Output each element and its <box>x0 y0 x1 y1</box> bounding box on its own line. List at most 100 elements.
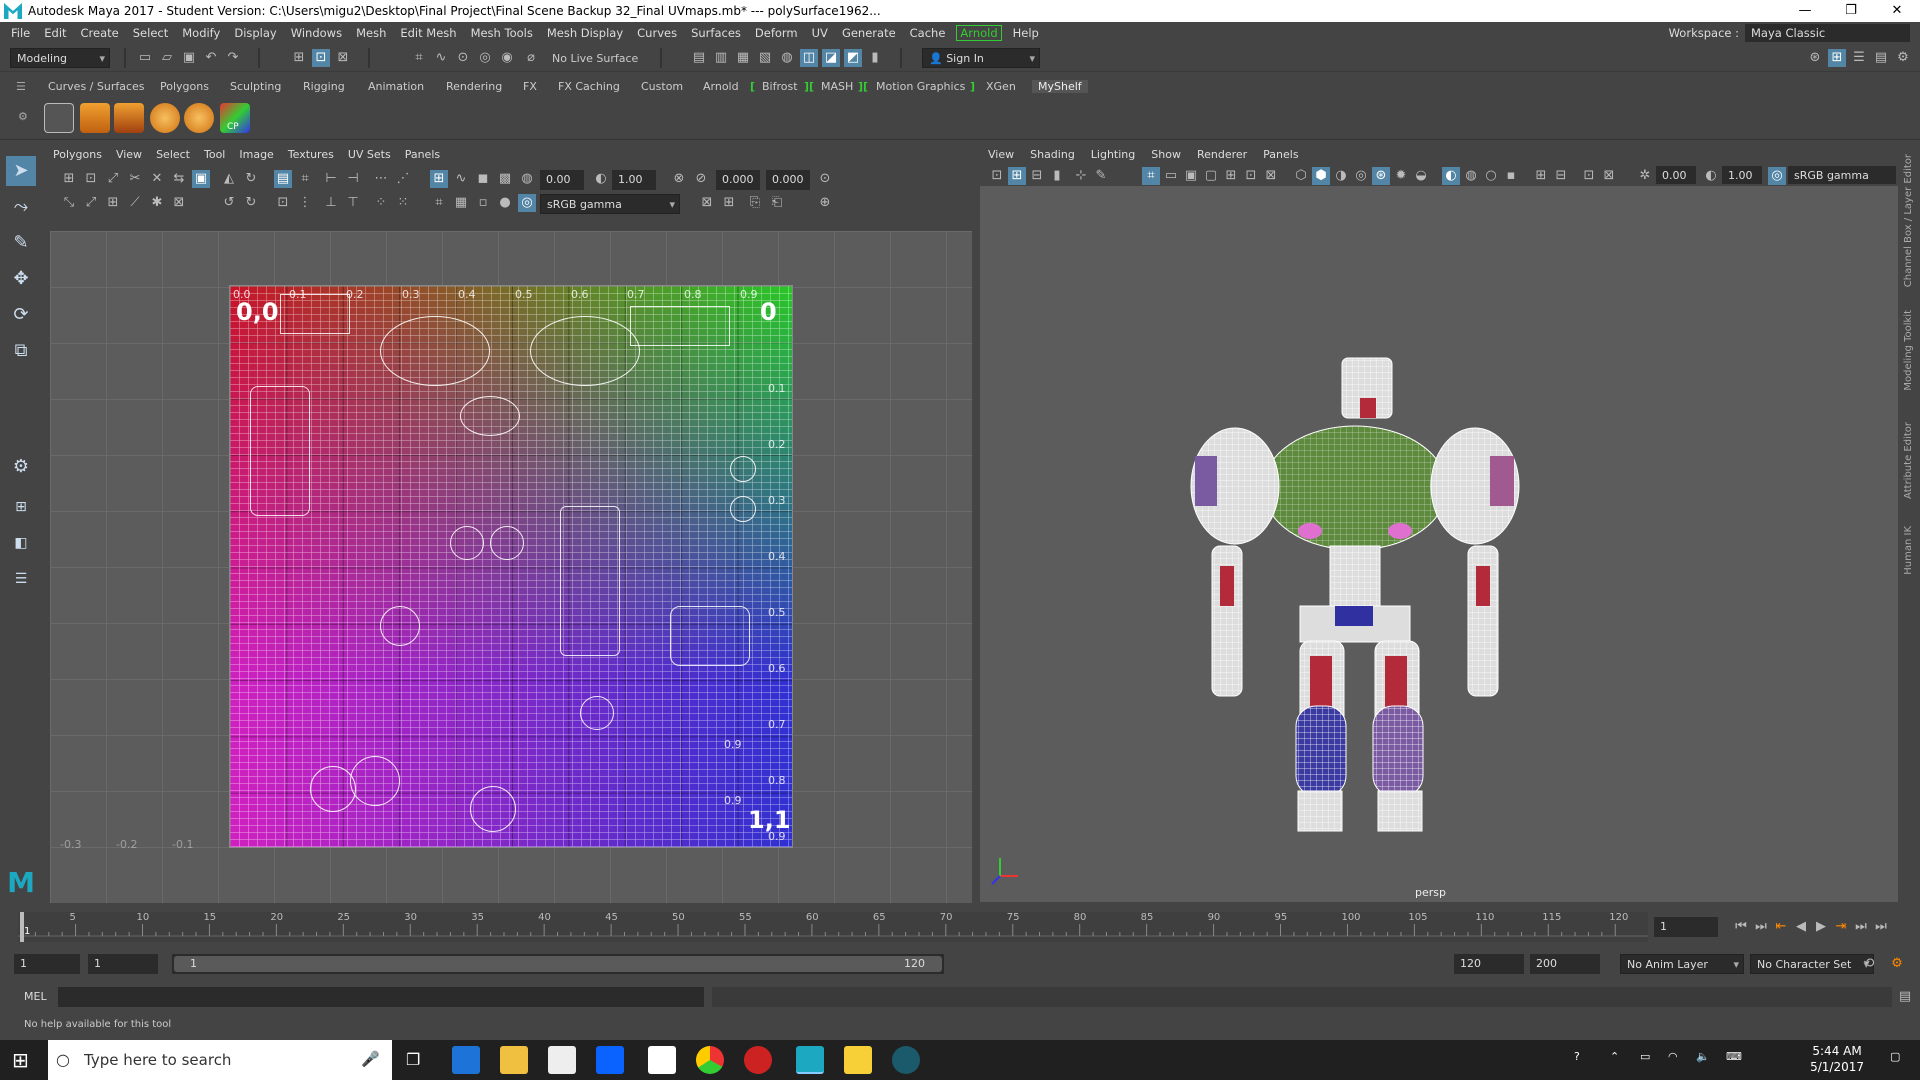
vp-menu-shading[interactable]: Shading <box>1022 148 1083 166</box>
menu-uv[interactable]: UV <box>805 26 835 40</box>
vp-field-chart-icon[interactable]: ⊞ <box>1222 167 1240 185</box>
app-icon[interactable] <box>744 1046 772 1074</box>
menu-edit-mesh[interactable]: Edit Mesh <box>393 26 463 40</box>
uv-wire-icon[interactable]: ⌗ <box>430 194 448 212</box>
select-object-icon[interactable]: ⊡ <box>312 49 330 67</box>
camera-icon[interactable]: ⊛ <box>1806 49 1824 67</box>
uv-align-top-icon[interactable]: ⊤ <box>344 194 362 212</box>
uv-shell[interactable] <box>730 496 756 522</box>
rotate-tool-icon[interactable]: ⟳ <box>6 300 36 330</box>
vp-xray-icon[interactable]: ◐ <box>1442 167 1460 185</box>
uv-shell[interactable] <box>730 456 756 482</box>
battery-icon[interactable]: ▭ <box>1640 1050 1650 1063</box>
uv-shell[interactable] <box>380 316 490 386</box>
uv-merge-icon[interactable]: ⇆ <box>170 170 188 188</box>
minimize-button[interactable]: — <box>1782 0 1828 22</box>
store-icon[interactable] <box>548 1046 576 1074</box>
shelf-settings-icon[interactable]: ⚙ <box>18 110 28 123</box>
cut-uv-icon[interactable] <box>114 103 144 133</box>
uv-shell[interactable] <box>250 386 310 516</box>
vp-grease-pencil-icon[interactable]: ✎ <box>1092 167 1110 185</box>
shelf-tab-bifrost[interactable]: Bifrost <box>762 80 798 93</box>
taskbar-search[interactable]: ○ Type here to search 🎤 <box>48 1040 392 1080</box>
anim-layer-dropdown[interactable]: No Anim Layer <box>1620 954 1744 974</box>
menu-windows[interactable]: Windows <box>284 26 349 40</box>
taskbar-clock[interactable]: 5:44 AM 5/1/2017 <box>1810 1043 1864 1075</box>
save-scene-icon[interactable]: ▣ <box>180 49 198 67</box>
uv-shell[interactable] <box>530 316 640 386</box>
go-to-end-icon[interactable]: ⏭ <box>1872 918 1890 936</box>
menu-mesh-tools[interactable]: Mesh Tools <box>464 26 540 40</box>
uv-snap-icon[interactable]: ∿ <box>452 170 470 188</box>
snap-grid-icon[interactable]: ⌗ <box>410 49 428 67</box>
uv-smooth-icon[interactable]: ⤡ <box>60 194 78 212</box>
animation-end-field[interactable]: 200 <box>1530 954 1600 974</box>
vp-smooth-shade-icon[interactable]: ⬢ <box>1312 167 1330 185</box>
vp-exposure-field[interactable]: 0.00 <box>1656 166 1696 184</box>
vp-menu-renderer[interactable]: Renderer <box>1189 148 1255 166</box>
vp-bookmark-icon[interactable]: ⊟ <box>1028 167 1046 185</box>
menu-curves[interactable]: Curves <box>630 26 684 40</box>
vp-shadows-icon[interactable]: ◒ <box>1412 167 1430 185</box>
cp-icon[interactable]: CP <box>220 103 250 133</box>
vp-lights-icon[interactable]: ✹ <box>1392 167 1410 185</box>
step-forward-frame-icon[interactable]: ⇥ <box>1832 918 1850 936</box>
shelf-tab-xgen[interactable]: XGen <box>986 80 1016 93</box>
vp-wireframe-icon[interactable]: ⬡ <box>1292 167 1310 185</box>
uv-normalize-icon[interactable]: ⊡ <box>274 194 292 212</box>
uv-layout-icon[interactable]: ▤ <box>274 170 292 188</box>
shelf-tab-custom[interactable]: Custom <box>641 80 683 93</box>
uv-menu-textures[interactable]: Textures <box>281 148 341 166</box>
notifications-icon[interactable]: ▢ <box>1890 1050 1900 1063</box>
uv-grid-display-icon[interactable]: ⊞ <box>430 170 448 188</box>
menu-arnold[interactable]: Arnold <box>956 25 1002 41</box>
uv-distribute-icon[interactable]: ⋯ <box>372 170 390 188</box>
range-slider[interactable]: 1 120 <box>172 954 944 974</box>
vp-shaded-wire-icon[interactable]: ◎ <box>1352 167 1370 185</box>
unfold-icon[interactable] <box>80 103 110 133</box>
shelf-tab-motion-graphics[interactable]: Motion Graphics <box>876 80 965 93</box>
uv-relax-icon[interactable]: ⊞ <box>104 194 122 212</box>
vp-ssao-icon[interactable]: ▪ <box>1502 167 1520 185</box>
vp-dof-icon[interactable]: ⊟ <box>1552 167 1570 185</box>
vp-menu-panels[interactable]: Panels <box>1255 148 1306 166</box>
uv-v-field[interactable]: 0.000 <box>766 170 810 190</box>
uv-shell[interactable] <box>450 526 484 560</box>
scale-tool-icon[interactable]: ⧉ <box>6 336 36 366</box>
vp-gamma-icon[interactable]: ◐ <box>1702 167 1720 185</box>
live-surface-label[interactable]: No Live Surface <box>552 52 638 65</box>
uv-colormanage-icon[interactable]: ◎ <box>518 194 536 212</box>
uv-spread-icon[interactable]: ⁙ <box>394 194 412 212</box>
uv-align-icon[interactable]: ⊢ <box>322 170 340 188</box>
uv-shell[interactable] <box>560 506 620 656</box>
uv-align-bottom-icon[interactable]: ⊥ <box>322 194 340 212</box>
uv-shell[interactable] <box>470 786 516 832</box>
menu-create[interactable]: Create <box>74 26 126 40</box>
render-frame-icon[interactable]: ▤ <box>690 49 708 67</box>
render-sequence-icon[interactable]: ▥ <box>712 49 730 67</box>
menu-cache[interactable]: Cache <box>903 26 953 40</box>
uv-grid-snap-icon[interactable]: ⋮ <box>296 194 314 212</box>
menu-modify[interactable]: Modify <box>175 26 227 40</box>
vp-xray-joints-icon[interactable]: ◍ <box>1462 167 1480 185</box>
uv-unfold-icon[interactable]: ▣ <box>192 170 210 188</box>
vp-camera-icon[interactable]: ⊡ <box>988 167 1006 185</box>
volume-icon[interactable]: 🔈 <box>1696 1050 1710 1063</box>
uv-shell[interactable] <box>630 306 730 346</box>
step-back-key-icon[interactable]: ⏭ <box>1752 918 1770 936</box>
select-component-icon[interactable]: ⊠ <box>334 49 352 67</box>
auto-key-icon[interactable]: ⟲ <box>1860 955 1878 973</box>
range-slider-handle[interactable] <box>174 956 942 972</box>
tab-channel-box[interactable]: Channel Box / Layer Editor <box>1903 154 1914 287</box>
menu-mesh-display[interactable]: Mesh Display <box>540 26 630 40</box>
task-view-icon[interactable]: ❐ <box>406 1050 420 1069</box>
vp-menu-show[interactable]: Show <box>1143 148 1189 166</box>
file-explorer-icon[interactable] <box>500 1046 528 1074</box>
uv-cut-icon[interactable]: ✂ <box>126 170 144 188</box>
vp-safe-action-icon[interactable]: ⊡ <box>1242 167 1260 185</box>
uv-copy-icon[interactable]: ⎘ <box>746 194 764 212</box>
time-slider[interactable]: 1 5 10 15 20 25 30 35 40 45 50 55 60 65 70 75 80 85 90 95 1… <box>18 912 1648 942</box>
two-view-layout-icon[interactable]: ◧ <box>6 528 36 558</box>
vp-film-gate-icon[interactable]: ▭ <box>1162 167 1180 185</box>
menu-surfaces[interactable]: Surfaces <box>684 26 748 40</box>
